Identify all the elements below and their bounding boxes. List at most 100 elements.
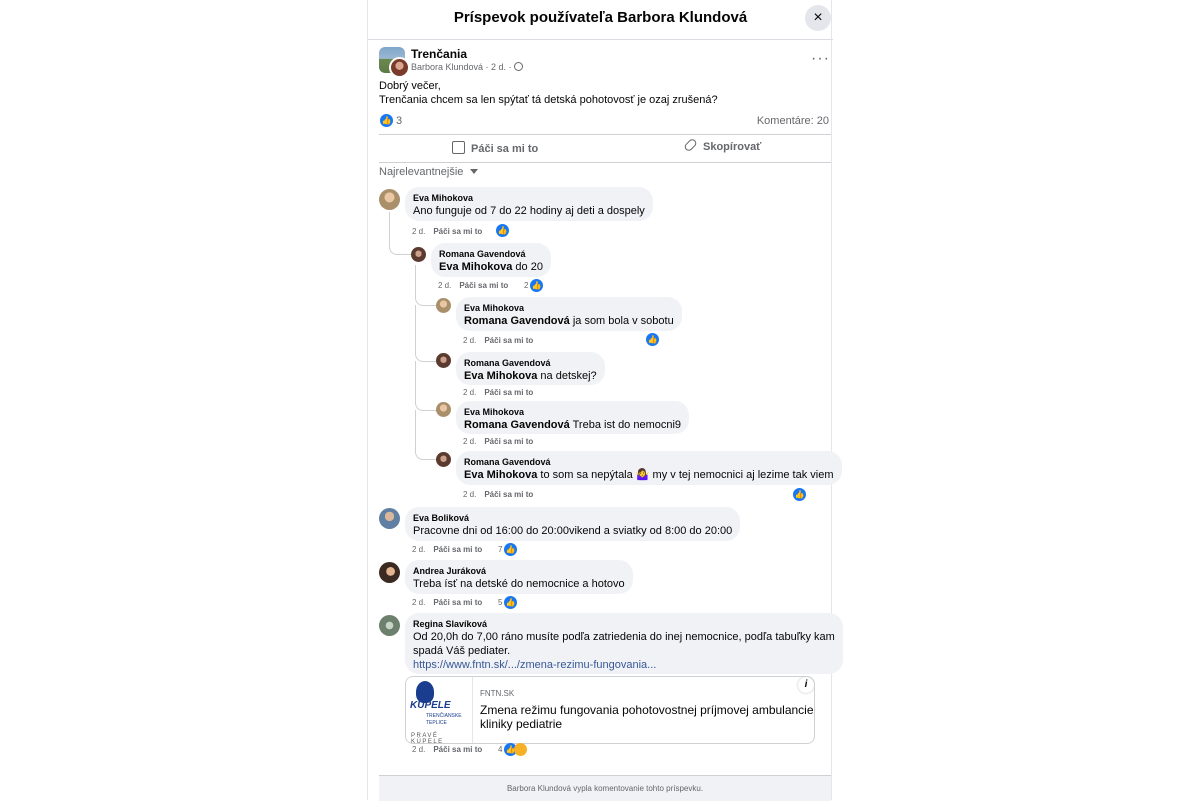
commenter-name[interactable]: Eva Mihokova — [464, 406, 681, 418]
commenter-name[interactable]: Romana Gavendová — [439, 248, 543, 260]
logo-text-4: PRAVÉ KÚPELE — [411, 733, 444, 744]
comment-link[interactable]: https://www.fntn.sk/.../zmena-rezimu-fun… — [413, 658, 835, 672]
comment-time[interactable]: 2 d. — [463, 490, 476, 499]
like-button[interactable]: Páči sa mi to — [452, 141, 538, 155]
logo-text-1: KÚPELE — [410, 700, 451, 711]
comment-text: Romana Gavendová ja som bola v sobotu — [464, 314, 674, 328]
commenter-name[interactable]: Andrea Juráková — [413, 565, 625, 577]
mention-link[interactable]: Eva Mihokova — [439, 261, 512, 273]
comment-time[interactable]: 2 d. — [412, 745, 425, 754]
comment-time[interactable]: 2 d. — [412, 545, 425, 554]
link-icon — [683, 137, 698, 153]
comment-text-body: do 20 — [512, 261, 543, 273]
comment-actions: 2 d. Páči sa mi to — [463, 490, 533, 499]
comment-bubble: Romana Gavendová Eva Mihokova na detskej… — [456, 352, 605, 385]
author-avatar[interactable] — [389, 57, 410, 78]
comment-text: Eva Mihokova do 20 — [439, 260, 543, 274]
comment-like-button[interactable]: Páči sa mi to — [484, 490, 533, 499]
comment-bubble: Eva Mihokova Romana Gavendová ja som bol… — [456, 297, 682, 331]
thumbs-up-icon — [452, 141, 465, 154]
comment-bubble: Andrea Juráková Treba ísť na detské do n… — [405, 560, 633, 594]
comment-like-button[interactable]: Páči sa mi to — [433, 545, 482, 554]
comments-disabled-notice: Barbora Klundová vypla komentovanie toht… — [379, 775, 831, 801]
post-text-line1: Dobrý večer, — [379, 80, 441, 92]
comment-time[interactable]: 2 d. — [463, 437, 476, 446]
comment-time[interactable]: 2 d. — [463, 336, 476, 345]
comment-bubble: Romana Gavendová Eva Mihokova to som sa … — [456, 451, 842, 485]
comment-text-body: ja som bola v sobotu — [569, 315, 674, 327]
divider — [379, 162, 831, 163]
link-title-line1: Zmena režimu fungovania pohotovostnej pr… — [480, 703, 814, 717]
commenter-avatar[interactable] — [436, 452, 451, 467]
reaction-count[interactable]: 5 — [498, 598, 502, 607]
comment-actions: 2 d. Páči sa mi to — [438, 281, 508, 290]
comment-like-button[interactable]: Páči sa mi to — [433, 745, 482, 754]
sad-reaction-icon — [514, 743, 527, 756]
comment-like-button[interactable]: Páči sa mi to — [484, 336, 533, 345]
commenter-avatar[interactable] — [411, 247, 426, 262]
comment-time[interactable]: 2 d. — [463, 388, 476, 397]
commenter-name[interactable]: Eva Boliková — [413, 512, 732, 524]
comment-actions: 2 d. Páči sa mi to — [463, 437, 533, 446]
copy-link-button[interactable]: Skopírovať — [683, 137, 761, 153]
post-meta: Barbora Klundová · 2 d. · — [411, 62, 524, 72]
commenter-avatar[interactable] — [379, 615, 400, 636]
comment-like-button[interactable]: Páči sa mi to — [433, 227, 482, 236]
mention-link[interactable]: Eva Mihokova — [464, 469, 537, 481]
comment-bubble: Eva Mihokova Romana Gavendová Treba ist … — [456, 401, 690, 434]
comment-text-body: na detskej? — [537, 370, 597, 382]
link-preview-card[interactable]: KÚPELE TRENČIANSKE TEPLICE PRAVÉ KÚPELE … — [405, 676, 815, 744]
comment-text-body: Treba ist do nemocni9 — [569, 419, 682, 431]
comment-time[interactable]: 2 d. — [438, 281, 451, 290]
commenter-avatar[interactable] — [436, 353, 451, 368]
commenter-name[interactable]: Romana Gavendová — [464, 357, 597, 369]
comment-like-button[interactable]: Páči sa mi to — [484, 388, 533, 397]
comment-like-button[interactable]: Páči sa mi to — [459, 281, 508, 290]
comment-like-button[interactable]: Páči sa mi to — [484, 437, 533, 446]
reaction-count[interactable]: 3 — [396, 115, 402, 127]
comment-text-line2: spadá Váš pediater. — [413, 645, 511, 657]
comment-bubble: Romana Gavendová Eva Mihokova do 20 — [431, 243, 551, 277]
link-domain: FNTN.SK — [480, 689, 515, 698]
comment-time[interactable]: 2 d. — [412, 227, 425, 236]
comment-like-button[interactable]: Páči sa mi to — [433, 598, 482, 607]
reaction-count[interactable]: 4 — [498, 745, 502, 754]
group-name[interactable]: Trenčania — [411, 47, 467, 61]
like-reaction-icon — [646, 333, 659, 346]
post-modal: Príspevok používateľa Barbora Klundová ×… — [367, 0, 843, 801]
modal-title: Príspevok používateľa Barbora Klundová — [453, 9, 748, 26]
mention-link[interactable]: Eva Mihokova — [464, 370, 537, 382]
sort-dropdown[interactable]: Najrelevantnejšie — [379, 166, 479, 178]
comment-text: Eva Mihokova na detskej? — [464, 369, 597, 383]
info-icon[interactable]: i — [798, 677, 814, 693]
post-author-time[interactable]: Barbora Klundová · 2 d. · — [411, 62, 514, 72]
logo-text-2: TRENČIANSKE — [426, 713, 462, 719]
commenter-avatar[interactable] — [379, 508, 400, 529]
commenter-avatar[interactable] — [436, 298, 451, 313]
comment-text: Ano funguje od 7 do 22 hodiny aj deti a … — [413, 205, 645, 217]
commenter-avatar[interactable] — [379, 562, 400, 583]
comment-text-body: to som sa nepýtala 🤷‍♀️ my v tej nemocni… — [537, 469, 834, 481]
like-reaction-icon — [793, 488, 806, 501]
logo-text-3: TEPLICE — [426, 720, 447, 726]
more-options-icon[interactable]: ··· — [811, 50, 830, 68]
comments-count[interactable]: Komentáre: 20 — [757, 115, 829, 127]
commenter-name[interactable]: Regina Slavíková — [413, 618, 835, 630]
commenter-name[interactable]: Eva Mihokova — [464, 302, 674, 314]
commenter-avatar[interactable] — [379, 189, 400, 210]
commenter-avatar[interactable] — [436, 402, 451, 417]
thread-line — [415, 361, 437, 411]
comment-time[interactable]: 2 d. — [412, 598, 425, 607]
mention-link[interactable]: Romana Gavendová — [464, 419, 570, 431]
mention-link[interactable]: Romana Gavendová — [464, 315, 570, 327]
commenter-name[interactable]: Eva Mihokova — [413, 192, 645, 204]
comment-bubble: Eva Mihokova Ano funguje od 7 do 22 hodi… — [405, 187, 653, 221]
link-title-line2: kliniky pediatrie — [480, 717, 563, 731]
commenter-name[interactable]: Romana Gavendová — [464, 456, 834, 468]
reaction-count[interactable]: 2 — [524, 281, 528, 290]
close-icon[interactable]: × — [805, 5, 831, 31]
like-reaction-icon — [504, 543, 517, 556]
reaction-count[interactable]: 7 — [498, 545, 502, 554]
comment-text: Pracovne dni od 16:00 do 20:00vikend a s… — [413, 525, 733, 537]
globe-icon — [514, 62, 524, 71]
